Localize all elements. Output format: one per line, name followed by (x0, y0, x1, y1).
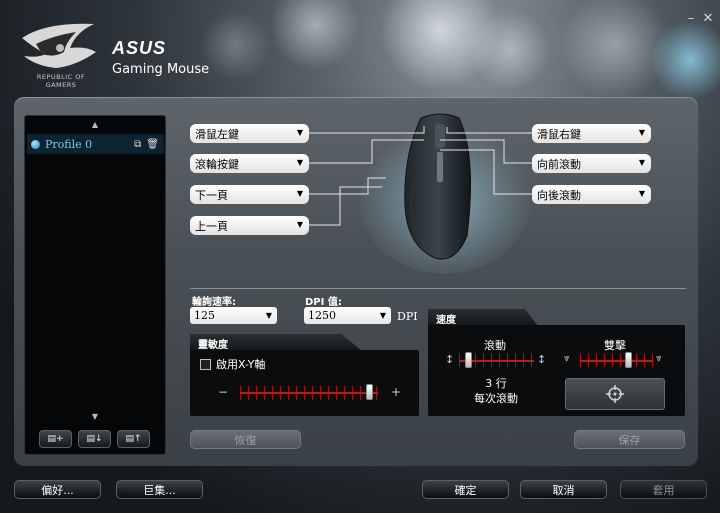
enable-xy-label: 啟用X-Y軸 (216, 358, 266, 371)
enable-xy-checkbox[interactable] (200, 359, 211, 370)
restore-button[interactable]: 恢復 (190, 430, 301, 449)
caret-down-icon: ▼ (638, 189, 645, 198)
scroll-lines-value: 3 行 (485, 377, 507, 390)
double-click-track[interactable] (580, 360, 653, 362)
add-profile-button[interactable]: ▤+ (39, 430, 72, 448)
rog-wordmark: REPUBLIC OF GAMERS (36, 73, 86, 89)
scroll-lines-unit: 每次滾動 (474, 392, 518, 405)
scroll-up-arrow-icon[interactable]: ▲ (25, 120, 165, 129)
page-down-dropdown[interactable]: 下一頁 ▼ (190, 185, 309, 204)
profile-name: Profile 0 (45, 137, 93, 151)
mouse-illustration (357, 113, 533, 274)
sensitivity-tab: 靈敏度 (190, 334, 362, 351)
caret-down-icon: ▼ (296, 158, 303, 167)
copy-icon[interactable]: ⧉ (134, 139, 141, 150)
speed-tab: 速度 (428, 309, 538, 326)
dpi-select[interactable]: 1250 ▼ (304, 307, 391, 324)
trash-icon[interactable]: 🗑 (146, 139, 159, 150)
double-click-test-area[interactable] (565, 378, 665, 410)
scroll-slow-icon: ↕ (445, 353, 455, 366)
asus-logo: ASUS (112, 38, 167, 58)
caret-down-icon: ▼ (638, 128, 645, 137)
dpi-unit: DPI (397, 310, 418, 323)
caret-down-icon: ▼ (296, 128, 303, 137)
macro-button[interactable]: 巨集... (116, 480, 203, 499)
sensitivity-minus-icon: − (218, 385, 229, 399)
close-button[interactable]: ✕ (700, 10, 716, 26)
left-click-dropdown[interactable]: 滑鼠左鍵 ▼ (190, 124, 309, 143)
caret-down-icon: ▼ (296, 220, 303, 229)
double-click-label: 雙擊 (604, 339, 626, 352)
scroll-forward-dropdown[interactable]: 向前滾動 ▼ (532, 154, 651, 173)
dpi-label: DPI 值: (305, 297, 342, 308)
double-click-slow-icon: ⩔ (564, 353, 570, 364)
crosshair-icon (606, 385, 624, 403)
double-click-fast-icon: ⩔ (656, 353, 662, 364)
polling-rate-select[interactable]: 125 ▼ (190, 307, 277, 324)
sensitivity-track[interactable] (240, 392, 378, 394)
profile-list: ▲ Profile 0 ⧉ 🗑 ▼ ▤+ ▤↓ ▤↑ (24, 115, 166, 455)
preferences-button[interactable]: 偏好... (14, 480, 101, 499)
caret-down-icon: ▼ (638, 158, 645, 167)
ok-button[interactable]: 確定 (422, 480, 509, 499)
section-divider (190, 288, 686, 289)
scroll-backward-dropdown[interactable]: 向後滾動 ▼ (532, 185, 651, 204)
sensitivity-slider-thumb[interactable] (366, 384, 374, 400)
page-up-dropdown[interactable]: 上一頁 ▼ (190, 216, 309, 235)
cancel-button[interactable]: 取消 (520, 480, 607, 499)
minimize-button[interactable]: – (683, 10, 699, 26)
polling-rate-label: 輪詢速率: (192, 297, 236, 308)
caret-down-icon: ▼ (379, 311, 386, 320)
sensitivity-plus-icon: + (391, 385, 402, 399)
import-profile-button[interactable]: ▤↓ (78, 430, 111, 448)
scroll-speed-label: 滾動 (484, 339, 506, 352)
profile-active-icon (31, 139, 40, 149)
profile-item[interactable]: Profile 0 ⧉ 🗑 (27, 134, 164, 154)
caret-down-icon: ▼ (296, 189, 303, 198)
scroll-speed-slider-thumb[interactable] (464, 352, 472, 368)
wheel-click-dropdown[interactable]: 滾輪按鍵 ▼ (190, 154, 309, 173)
right-click-dropdown[interactable]: 滑鼠右鍵 ▼ (532, 124, 651, 143)
export-profile-button[interactable]: ▤↑ (117, 430, 150, 448)
double-click-slider-thumb[interactable] (624, 352, 632, 368)
scroll-fast-icon: ↕ (537, 353, 547, 366)
apply-button[interactable]: 套用 (620, 480, 707, 499)
caret-down-icon: ▼ (265, 311, 272, 320)
minimize-icon: – (687, 10, 695, 26)
scroll-down-arrow-icon[interactable]: ▼ (25, 412, 165, 421)
main-window: – ✕ REPUBLIC OF GAMERS ASUS Gaming Mouse… (0, 0, 720, 513)
save-button[interactable]: 保存 (574, 430, 685, 449)
app-title: Gaming Mouse (112, 62, 210, 77)
close-icon: ✕ (702, 10, 714, 26)
